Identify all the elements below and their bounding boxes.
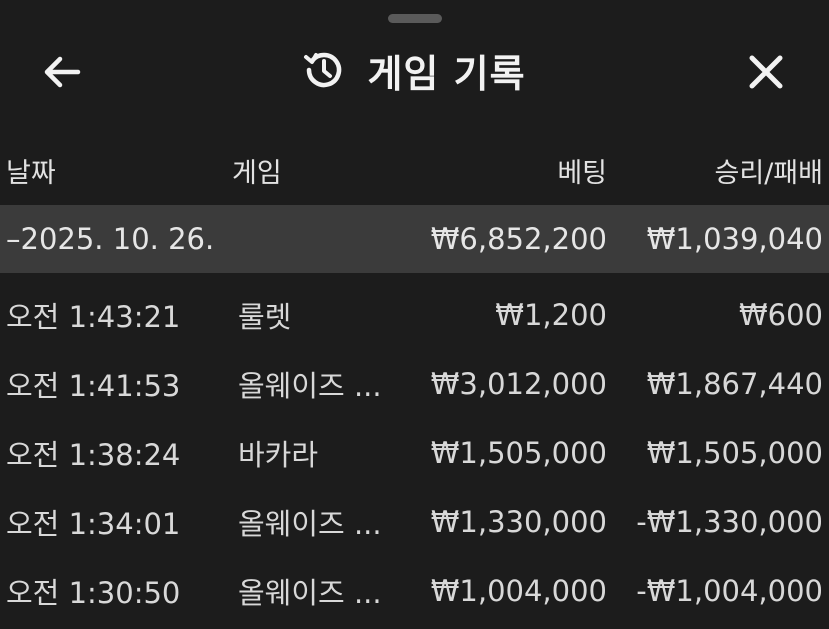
- row-result: ₩1,505,000: [646, 436, 823, 470]
- row-result: -₩1,330,000: [636, 505, 823, 539]
- title-group: 게임 기록: [0, 44, 829, 96]
- table-row[interactable]: 오전 1:43:21 룰렛 ₩1,200 ₩600: [0, 281, 829, 349]
- row-game: 바카라: [238, 438, 319, 472]
- table-row[interactable]: 오전 1:41:53 올웨이즈 ... ₩3,012,000 ₩1,867,44…: [0, 350, 829, 418]
- table-row[interactable]: 오전 1:34:01 올웨이즈 ... ₩1,330,000 -₩1,330,0…: [0, 488, 829, 556]
- row-time: 오전 1:30:50: [6, 576, 181, 610]
- table-row[interactable]: 오전 1:38:24 바카라 ₩1,505,000 ₩1,505,000: [0, 419, 829, 487]
- column-header-date[interactable]: 날짜: [6, 145, 56, 195]
- page-title: 게임 기록: [367, 51, 526, 96]
- drag-handle[interactable]: [388, 14, 442, 23]
- row-bet: ₩1,004,000: [430, 574, 607, 608]
- row-bet: ₩1,200: [495, 298, 607, 332]
- row-time: 오전 1:38:24: [6, 438, 181, 472]
- summary-result: ₩1,039,040: [646, 222, 823, 256]
- row-game: 올웨이즈 ...: [238, 507, 382, 541]
- table-row[interactable]: 오전 1:30:50 올웨이즈 ... ₩1,004,000 -₩1,004,0…: [0, 557, 829, 625]
- summary-date: –2025. 10. 26.: [6, 222, 215, 256]
- column-header-game[interactable]: 게임: [232, 145, 282, 195]
- row-time: 오전 1:41:53: [6, 369, 181, 403]
- row-result: -₩1,004,000: [636, 574, 823, 608]
- row-time: 오전 1:43:21: [6, 300, 181, 334]
- row-bet: ₩1,330,000: [430, 505, 607, 539]
- row-game: 룰렛: [238, 300, 292, 334]
- row-time: 오전 1:34:01: [6, 507, 181, 541]
- header: 게임 기록: [0, 30, 829, 110]
- row-result: ₩1,867,440: [646, 367, 823, 401]
- close-button[interactable]: [736, 48, 796, 96]
- column-header-result[interactable]: 승리/패배: [715, 145, 823, 195]
- history-icon: [304, 52, 342, 88]
- row-game: 올웨이즈 ...: [238, 369, 382, 403]
- column-header-bet[interactable]: 베팅: [557, 145, 607, 195]
- close-icon: [749, 55, 783, 89]
- summary-bet: ₩6,852,200: [430, 222, 607, 256]
- table-header: 날짜 게임 베팅 승리/패배: [0, 145, 829, 195]
- row-bet: ₩3,012,000: [430, 367, 607, 401]
- date-summary-row[interactable]: –2025. 10. 26. ₩6,852,200 ₩1,039,040: [0, 205, 829, 273]
- row-result: ₩600: [738, 298, 823, 332]
- row-bet: ₩1,505,000: [430, 436, 607, 470]
- row-game: 올웨이즈 ...: [238, 576, 382, 610]
